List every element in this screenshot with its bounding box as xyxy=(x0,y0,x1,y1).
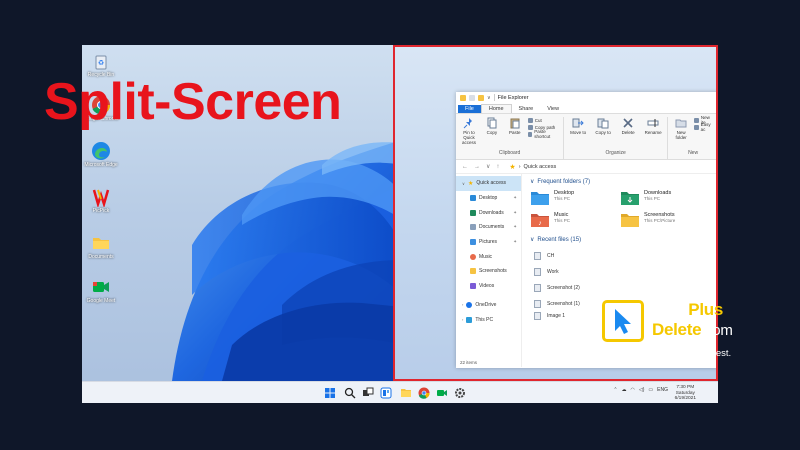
brand-watermark: ShiftPlus Delete.com Shift the best. Del… xyxy=(602,300,762,362)
brand-logo xyxy=(602,300,644,342)
widgets-icon[interactable] xyxy=(380,387,392,399)
task-view-icon[interactable] xyxy=(362,387,374,399)
cloud-sync-icon[interactable]: ☁ xyxy=(622,387,627,393)
search-icon[interactable] xyxy=(344,387,356,399)
meet-icon xyxy=(93,282,109,292)
desktop-icon-label: Microsoft Edge xyxy=(84,162,118,168)
file-explorer-taskbar-icon[interactable] xyxy=(400,387,412,399)
settings-gear-icon[interactable] xyxy=(454,387,466,399)
desktop-icon-meet[interactable]: Google Meet xyxy=(84,277,118,304)
brand-name-bottom: Delete.com xyxy=(652,320,733,339)
page-title: Split-Screen xyxy=(44,73,342,131)
taskbar-clock[interactable]: 7:30 PM Saturday 6/19/2021 xyxy=(675,385,696,402)
windows-start-icon[interactable] xyxy=(324,387,336,399)
volume-icon[interactable]: ◁) xyxy=(639,387,645,393)
folder-icon xyxy=(93,238,109,249)
recycle-bin-icon: ♻ xyxy=(95,55,107,70)
edge-icon xyxy=(92,142,110,160)
desktop-icon-picpick[interactable]: PicPick xyxy=(84,187,118,214)
cursor-arrow-icon xyxy=(615,309,631,334)
desktop-icon-edge[interactable]: Microsoft Edge xyxy=(84,141,118,168)
chrome-icon[interactable] xyxy=(418,387,430,399)
desktop-icon-label: PicPick xyxy=(92,208,110,214)
taskbar: ⌃ ☁ ◠ ◁) ▭ ENG 7:30 PM Saturday 6/19/202… xyxy=(82,381,718,403)
battery-icon[interactable]: ▭ xyxy=(648,387,653,393)
picpick-icon xyxy=(92,189,110,207)
wifi-icon[interactable]: ◠ xyxy=(631,387,635,393)
desktop-icon-documents[interactable]: Documents xyxy=(84,233,118,260)
brand-tagline: Shift the best. Delete the rest. xyxy=(606,348,732,359)
svg-text:♻: ♻ xyxy=(98,60,104,67)
meet-icon[interactable] xyxy=(436,387,448,399)
desktop-icon-label: Google Meet xyxy=(86,298,116,304)
language-indicator[interactable]: ENG xyxy=(657,387,668,393)
brand-name-top: ShiftPlus xyxy=(652,300,723,319)
chevron-up-icon[interactable]: ⌃ xyxy=(613,387,617,393)
desktop-icon-label: Documents xyxy=(88,254,114,260)
system-tray: ⌃ ☁ ◠ ◁) ▭ ENG xyxy=(613,387,668,393)
